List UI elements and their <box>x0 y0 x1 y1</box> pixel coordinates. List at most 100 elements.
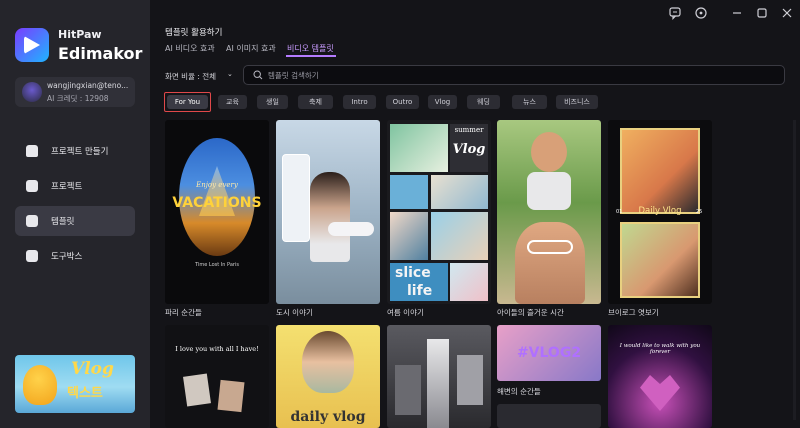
photo <box>431 175 488 209</box>
overlay-vlog: Vlog <box>452 142 486 157</box>
page-title: 템플릿 활용하기 <box>165 28 223 38</box>
sidebar-item-label: 프로젝트 <box>51 182 83 192</box>
template-card[interactable]: 01 Daily Vlog 25 <box>608 120 712 304</box>
toolbox-icon <box>26 250 38 262</box>
sidebar-item-label: 도구박스 <box>51 252 83 262</box>
kid-shirt <box>527 172 571 210</box>
template-icon <box>26 215 38 227</box>
photo <box>457 355 483 405</box>
template-title: 아이들의 즐거운 시간 <box>497 308 564 317</box>
avatar <box>22 82 42 102</box>
overlay-date-right: 25 <box>696 209 703 215</box>
active-tab-indicator <box>286 55 336 57</box>
city-person <box>310 172 350 262</box>
promo-banner[interactable]: Vlog 텍스트 <box>15 355 135 413</box>
kid-face <box>531 132 567 172</box>
selected-chip-highlight <box>164 92 211 112</box>
chip-news[interactable]: 뉴스 <box>512 95 547 109</box>
vlog-photo-top <box>620 128 700 214</box>
template-title: 파리 순간들 <box>165 308 202 317</box>
template-card[interactable]: daily vlog <box>276 325 380 428</box>
scrollbar[interactable] <box>793 120 796 420</box>
sidebar-item-label: 프로젝트 만들기 <box>51 147 109 157</box>
chevron-down-icon[interactable]: ⌄ <box>227 70 233 78</box>
chip-intro[interactable]: Intro <box>343 95 376 109</box>
template-title: 도시 이야기 <box>276 308 313 317</box>
template-title: 여름 이야기 <box>387 308 424 317</box>
doodle-glasses <box>527 240 573 254</box>
phone-frame <box>282 154 310 242</box>
aspect-ratio-dropdown[interactable]: 화면 비율 : 전체 <box>165 71 216 82</box>
template-title: 해변의 순간들 <box>497 387 541 396</box>
tab-ai-video-effects[interactable]: AI 비디오 효과 <box>165 43 215 54</box>
sidebar-item-projects[interactable]: 프로젝트 <box>15 171 135 201</box>
settings-icon[interactable] <box>694 5 708 19</box>
smiling-person <box>302 331 354 393</box>
chip-festival[interactable]: 축제 <box>298 95 333 109</box>
overlay-top: summer <box>454 126 484 134</box>
brand-name-line2: Edimakor <box>58 44 143 63</box>
lighthouse-photo <box>427 339 449 428</box>
chip-vlog[interactable]: Vlog <box>428 95 457 109</box>
overlay-text: I would like to walk with you forever <box>619 343 701 355</box>
sidebar-item-label: 템플릿 <box>51 217 75 227</box>
overlay-caption: Time Lost In Paris <box>195 262 239 268</box>
edimakor-logo-icon <box>15 28 49 62</box>
template-card[interactable]: I love you with all I have! <box>165 325 269 428</box>
search-icon <box>253 70 263 80</box>
photo <box>390 212 428 260</box>
overlay-title: Enjoy every <box>196 181 238 189</box>
photo <box>431 212 488 260</box>
search-input[interactable]: 템플릿 검색하기 <box>243 65 785 85</box>
overlay-bottom1: slice <box>395 265 431 281</box>
template-card[interactable] <box>276 120 380 304</box>
promo-subtitle: 텍스트 <box>67 386 103 401</box>
duck-illustration <box>23 365 57 405</box>
sidebar-item-toolbox[interactable]: 도구박스 <box>15 241 135 271</box>
tab-ai-image-effects[interactable]: AI 이미지 효과 <box>226 43 276 54</box>
close-icon[interactable] <box>780 5 794 19</box>
polaroid <box>217 379 245 413</box>
overlay-main: VACATIONS <box>172 195 262 211</box>
promo-title: Vlog <box>71 359 114 379</box>
chip-birthday[interactable]: 생일 <box>257 95 288 109</box>
template-card[interactable]: Enjoy every VACATIONS Time Lost In Paris <box>165 120 269 304</box>
template-title: 브이로그 엿보기 <box>608 308 659 317</box>
summer-photo <box>390 124 448 172</box>
photo <box>390 175 428 209</box>
feedback-icon[interactable] <box>668 5 682 20</box>
maximize-icon[interactable] <box>755 5 769 19</box>
template-card[interactable]: summer Vlog slice life <box>387 120 491 304</box>
home-icon <box>26 145 38 157</box>
user-account-card[interactable]: wangjingxian@teno... AI 크레딧 : 12908 <box>15 77 135 107</box>
template-card[interactable]: I would like to walk with you forever <box>608 325 712 428</box>
sidebar-item-create-project[interactable]: 프로젝트 만들기 <box>15 136 135 166</box>
chip-education[interactable]: 교육 <box>218 95 247 109</box>
photo <box>395 365 421 415</box>
photo <box>450 263 488 301</box>
vlog-photo-bottom <box>620 222 700 298</box>
overlay-text: I love you with all I have! <box>175 345 259 353</box>
template-card[interactable] <box>497 120 601 304</box>
heart-icon <box>640 375 680 411</box>
search-placeholder: 템플릿 검색하기 <box>268 71 319 80</box>
template-card[interactable] <box>387 325 491 428</box>
sidebar-item-templates[interactable]: 템플릿 <box>15 206 135 236</box>
overlay-text: daily vlog <box>290 409 366 425</box>
chip-business[interactable]: 비즈니스 <box>556 95 598 109</box>
folder-plus-icon <box>26 180 38 192</box>
template-card[interactable] <box>497 404 601 428</box>
tab-video-templates[interactable]: 비디오 템플릿 <box>287 43 334 54</box>
template-card[interactable]: #VLOG2 <box>497 325 601 381</box>
audio-wave-panel <box>328 222 374 236</box>
brand-name-line1: HitPaw <box>58 28 102 41</box>
chip-wedding[interactable]: 웨딩 <box>467 95 500 109</box>
sidebar: HitPaw Edimakor wangjingxian@teno... AI … <box>0 0 150 428</box>
kid-photo <box>515 222 585 304</box>
minimize-icon[interactable] <box>730 5 744 19</box>
chip-outro[interactable]: Outro <box>386 95 419 109</box>
ai-credit-balance: AI 크레딧 : 12908 <box>47 94 109 103</box>
overlay-text: #VLOG2 <box>516 345 582 361</box>
overlay-bottom2: life <box>407 283 433 299</box>
polaroid <box>183 373 211 407</box>
